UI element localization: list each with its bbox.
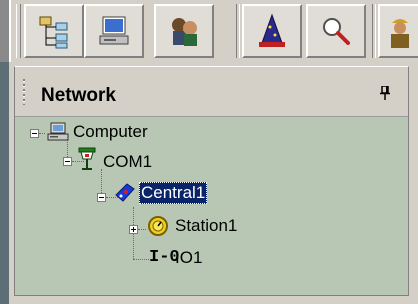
toolbar-separator-2 xyxy=(372,4,376,58)
collapse-toggle[interactable] xyxy=(97,193,106,202)
station-icon xyxy=(148,216,168,236)
search-icon xyxy=(323,18,350,45)
tree-line xyxy=(133,259,149,260)
tree-node-central1[interactable]: Central1 xyxy=(139,182,208,204)
network-tree: Computer COM1 Central1 Station1 I-0 IO1 xyxy=(15,117,408,295)
collapse-toggle[interactable] xyxy=(30,129,39,138)
expand-toggle[interactable] xyxy=(129,225,138,234)
tree-line xyxy=(138,229,146,230)
wizard-icon xyxy=(259,13,285,47)
network-tree-button[interactable] xyxy=(24,4,84,58)
panel-title: Network xyxy=(41,85,116,106)
toolbar-left-edge xyxy=(0,0,11,62)
worker-icon xyxy=(391,19,409,48)
tree-node-station1[interactable]: Station1 xyxy=(173,215,239,237)
panel-header: Network xyxy=(15,67,408,117)
collapse-toggle[interactable] xyxy=(63,157,72,166)
users-icon xyxy=(172,18,197,46)
users-button[interactable] xyxy=(154,4,214,58)
tree-node-computer[interactable]: Computer xyxy=(71,121,150,143)
search-button[interactable] xyxy=(306,4,366,58)
computer-icon xyxy=(99,16,129,45)
network-tree-icon xyxy=(39,16,68,49)
toolbar xyxy=(0,0,418,62)
tree-node-com1[interactable]: COM1 xyxy=(101,151,154,173)
network-panel: Network Computer COM1 Central1 Station1 … xyxy=(14,66,409,296)
toolbar-grip[interactable] xyxy=(16,4,21,58)
computer-icon xyxy=(47,122,69,141)
toolbar-separator xyxy=(236,4,240,58)
worker-button[interactable] xyxy=(378,4,418,58)
computer-button[interactable] xyxy=(84,4,144,58)
pin-icon[interactable] xyxy=(380,86,390,100)
central-icon xyxy=(115,183,135,202)
tree-node-io1[interactable]: IO1 xyxy=(173,247,204,269)
panel-grip[interactable] xyxy=(23,79,25,105)
wizard-button[interactable] xyxy=(242,4,302,58)
com-port-icon xyxy=(78,147,96,170)
